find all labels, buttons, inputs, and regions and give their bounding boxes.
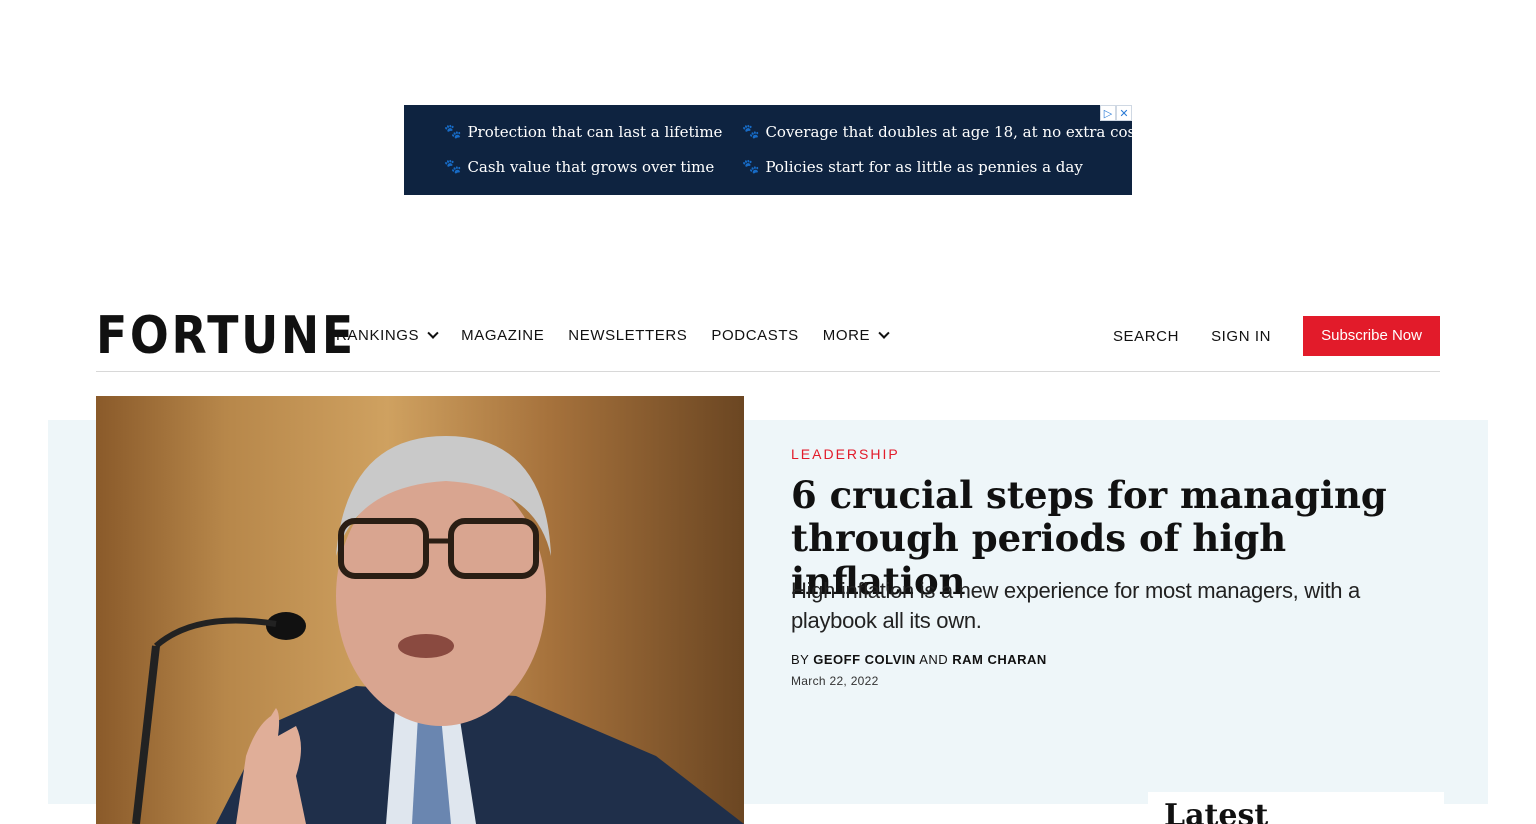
chevron-down-icon [427,327,439,339]
article-date: March 22, 2022 [791,674,879,688]
ad-banner[interactable]: 🐾 Protection that can last a lifetime 🐾 … [404,105,1141,195]
paw-icon: 🐾 [444,124,462,140]
subscribe-button[interactable]: Subscribe Now [1303,316,1440,356]
paw-icon: 🐾 [444,159,462,175]
author-link[interactable]: GEOFF COLVIN [813,652,916,667]
site-header: FORTUNE RANKINGS MAGAZINE NEWSLETTERS PO… [96,310,1440,372]
person-photo-illustration [132,436,744,824]
close-icon[interactable]: ✕ [1116,105,1132,121]
article-dek: High inflation is a new experience for m… [791,578,1360,633]
article-category[interactable]: LEADERSHIP [791,446,900,462]
nav-magazine[interactable]: MAGAZINE [461,327,544,344]
ad-controls: ▷ ✕ [1100,105,1132,121]
ad-item: 🐾 Policies start for as little as pennie… [742,158,1083,176]
author-link[interactable]: RAM CHARAN [952,652,1047,667]
latest-title: Latest [1164,798,1269,824]
fortune-logo[interactable]: FORTUNE [96,310,356,362]
latest-panel: Latest [1148,792,1444,824]
nav-more[interactable]: MORE [823,327,890,344]
adchoices-icon[interactable]: ▷ [1100,105,1116,121]
header-actions: SEARCH SIGN IN Subscribe Now [1113,316,1440,356]
sign-in-button[interactable]: SIGN IN [1211,328,1271,345]
ad-item: 🐾 Protection that can last a lifetime [444,123,723,141]
chevron-down-icon [878,327,890,339]
hero-image[interactable] [96,396,744,824]
ad-item: 🐾 Coverage that doubles at age 18, at no… [742,123,1142,141]
ad-item: 🐾 Cash value that grows over time [444,158,715,176]
search-button[interactable]: SEARCH [1113,328,1179,345]
nav-rankings[interactable]: RANKINGS [336,327,439,344]
article-byline: BY GEOFF COLVIN AND RAM CHARAN [791,652,1047,667]
paw-icon: 🐾 [742,159,760,175]
nav-podcasts[interactable]: PODCASTS [711,327,798,344]
paw-icon: 🐾 [742,124,760,140]
main-nav: RANKINGS MAGAZINE NEWSLETTERS PODCASTS M… [336,327,890,344]
nav-newsletters[interactable]: NEWSLETTERS [568,327,687,344]
